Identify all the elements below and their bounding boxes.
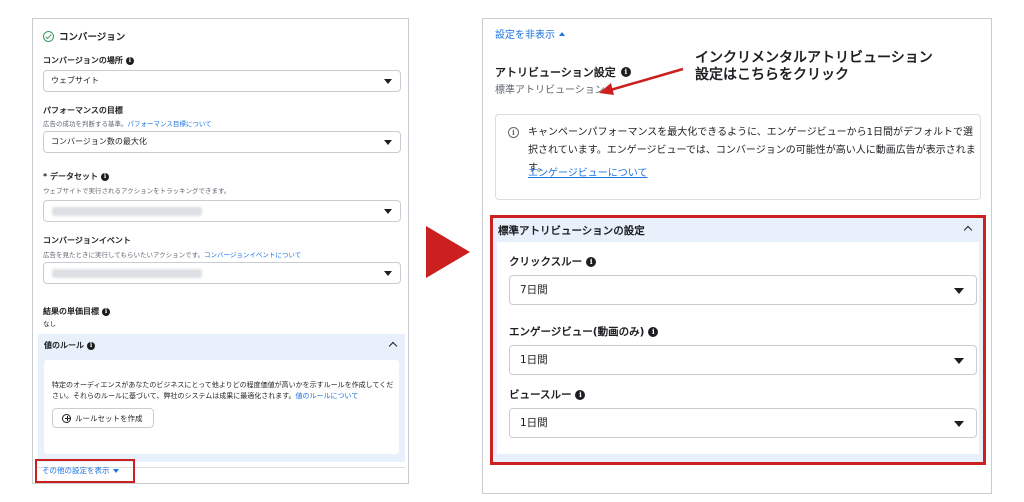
performance-goal-link[interactable]: パフォーマンス目標について xyxy=(128,120,212,128)
redacted-value xyxy=(52,269,202,278)
cost-per-result-label-text: 結果の単価目標 xyxy=(43,307,99,316)
chevron-down-icon xyxy=(384,271,392,276)
engage-view-label-text: エンゲージビュー(動画のみ) xyxy=(509,326,645,338)
conversion-event-label-text: コンバージョンイベント xyxy=(43,236,131,245)
chevron-down-icon xyxy=(954,421,964,427)
standard-attribution-section: 標準アトリビューションの設定 クリックスルー i 7日間 エンゲージビュー(動画… xyxy=(490,215,986,465)
click-through-label: クリックスルー i xyxy=(509,254,597,269)
info-icon[interactable]: i xyxy=(586,256,597,267)
redacted-value xyxy=(52,207,202,216)
engage-view-link[interactable]: エンゲージビューについて xyxy=(528,164,648,179)
click-through-value: 7日間 xyxy=(520,284,548,296)
check-circle-icon xyxy=(43,30,54,42)
dataset-help: ウェブサイトで実行されるアクションをトラッキングできます。 xyxy=(43,187,231,195)
annotation-arrow-icon xyxy=(599,67,684,95)
view-through-value: 1日間 xyxy=(520,417,548,429)
engage-view-select[interactable]: 1日間 xyxy=(509,345,977,375)
value-rules-box: 特定のオーディエンスがあなたのビジネスにとって他よりどの程度価値が高いかを示すル… xyxy=(44,360,399,454)
standard-attribution-title: 標準アトリビューションの設定 xyxy=(498,225,645,237)
right-arrow-icon xyxy=(426,226,470,278)
chevron-down-icon xyxy=(384,140,392,145)
create-ruleset-label: ルールセットを作成 xyxy=(75,413,143,423)
conversion-location-select[interactable]: ウェブサイト xyxy=(43,70,401,92)
conversion-location-value: ウェブサイト xyxy=(51,76,99,85)
conversion-event-help: 広告を見たときに実行してもらいたいアクションです。コンバージョンイベントについて xyxy=(43,249,301,259)
performance-goal-value: コンバージョン数の最大化 xyxy=(51,137,147,146)
info-icon[interactable]: i xyxy=(100,172,109,181)
performance-goal-label-text: パフォーマンスの目標 xyxy=(43,106,123,115)
chevron-down-icon xyxy=(954,358,964,364)
info-icon[interactable]: i xyxy=(87,341,95,350)
plus-circle-icon xyxy=(62,413,71,423)
right-panel: 設定を非表示 アトリビューション設定 i 標準アトリビューション インクリメンタ… xyxy=(482,18,992,494)
view-through-select[interactable]: 1日間 xyxy=(509,408,977,438)
chevron-up-icon[interactable] xyxy=(963,225,973,235)
info-icon[interactable]: i xyxy=(648,326,659,337)
value-rules-title: 値のルール i xyxy=(44,340,95,351)
chevron-down-icon xyxy=(384,79,392,84)
conversion-location-label: コンバージョンの場所 i xyxy=(43,55,134,66)
dataset-label-text: * データセット xyxy=(43,172,98,181)
value-rules-description: 特定のオーディエンスがあなたのビジネスにとって他よりどの程度価値が高いかを示すル… xyxy=(52,380,397,402)
info-circle-icon: i xyxy=(508,127,519,138)
cost-per-result-label: 結果の単価目標 i xyxy=(43,306,110,317)
info-icon[interactable]: i xyxy=(125,56,134,65)
info-icon[interactable]: i xyxy=(575,389,586,400)
annotation-line-2: 設定はこちらをクリック xyxy=(695,67,849,83)
value-rules-link[interactable]: 値のルールについて xyxy=(296,392,359,400)
conversion-location-label-text: コンバージョンの場所 xyxy=(43,56,123,65)
caret-down-icon xyxy=(112,469,119,473)
conversion-event-help-text: 広告を見たときに実行してもらいたいアクションです。 xyxy=(43,251,205,259)
performance-goal-label: パフォーマンスの目標 xyxy=(43,105,123,116)
conversion-header: コンバージョン xyxy=(43,29,125,43)
click-through-label-text: クリックスルー xyxy=(509,256,583,268)
performance-goal-help: 広告の成功を判断する基準。パフォーマンス目標について xyxy=(43,118,212,128)
dataset-select[interactable] xyxy=(43,200,401,222)
value-rules-section: 値のルール i 特定のオーディエンスがあなたのビジネスにとって他よりどの程度価値… xyxy=(38,334,405,462)
left-panel: コンバージョン コンバージョンの場所 i ウェブサイト パフォーマンスの目標 広… xyxy=(32,18,409,484)
chevron-down-icon xyxy=(384,209,392,214)
engage-view-label: エンゲージビュー(動画のみ) i xyxy=(509,324,659,339)
conversion-event-label: コンバージョンイベント xyxy=(43,235,131,246)
create-ruleset-button[interactable]: ルールセットを作成 xyxy=(52,408,154,428)
more-settings-label: その他の設定を表示 xyxy=(42,466,110,475)
standard-attribution-body: クリックスルー i 7日間 エンゲージビュー(動画のみ) i 1日間 ビュースル… xyxy=(497,242,979,454)
info-icon[interactable]: i xyxy=(102,307,110,316)
conversion-event-select[interactable] xyxy=(43,262,401,284)
value-rules-title-text: 値のルール xyxy=(44,341,84,350)
dataset-label: * データセット i xyxy=(43,171,109,182)
engage-view-value: 1日間 xyxy=(520,354,548,366)
cost-per-result-value: なし xyxy=(43,320,56,328)
performance-goal-help-text: 広告の成功を判断する基準。 xyxy=(43,120,128,128)
annotation-line-1: インクリメンタルアトリビューション xyxy=(695,50,933,66)
engage-view-notice: i キャンペーンパフォーマンスを最大化できるように、エンゲージビューから1日間が… xyxy=(495,114,981,200)
chevron-up-icon[interactable] xyxy=(388,341,398,351)
annotation-text: インクリメンタルアトリビューション 設定はこちらをクリック xyxy=(695,50,933,84)
view-through-label: ビュースルー i xyxy=(509,387,586,402)
chevron-down-icon xyxy=(954,288,964,294)
conversion-event-link[interactable]: コンバージョンイベントについて xyxy=(204,251,301,259)
conversion-header-label: コンバージョン xyxy=(59,32,126,43)
more-settings-button[interactable]: その他の設定を表示 xyxy=(35,459,135,483)
click-through-select[interactable]: 7日間 xyxy=(509,275,977,305)
performance-goal-select[interactable]: コンバージョン数の最大化 xyxy=(43,131,401,153)
view-through-label-text: ビュースルー xyxy=(509,389,572,401)
